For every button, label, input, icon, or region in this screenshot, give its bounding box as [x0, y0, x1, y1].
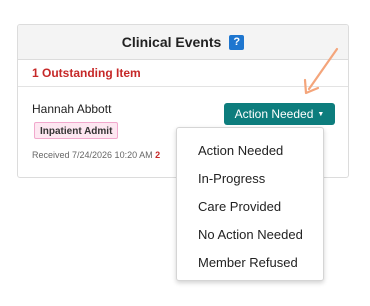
pointer-arrow-icon: [303, 47, 339, 95]
